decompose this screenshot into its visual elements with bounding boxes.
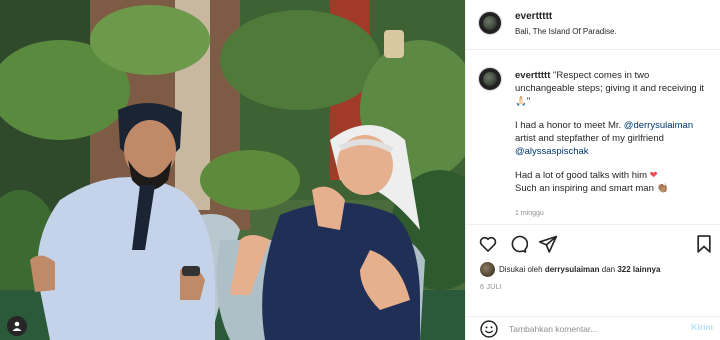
likes-count-link[interactable]: 322 lainnya (617, 265, 660, 274)
likes-user-link[interactable]: derrysulaiman (545, 265, 600, 274)
comments-section: everttttt "Respect comes in two unchange… (466, 51, 720, 223)
photo-illustration (0, 0, 465, 340)
avatar[interactable] (478, 11, 502, 35)
mention-link-alyssaspischak[interactable]: @alyssaspischak (515, 146, 589, 157)
heart-icon[interactable] (478, 234, 498, 254)
likes-summary: Disukai oleh derrysulaiman dan 322 lainn… (480, 262, 660, 277)
caption-text-3b: Such an inspiring and smart man (515, 183, 657, 194)
post-caption: everttttt "Respect comes in two unchange… (515, 69, 711, 223)
emoji-icon[interactable] (479, 319, 499, 339)
comment-input[interactable] (509, 319, 669, 339)
post-actions: Disukai oleh derrysulaiman dan 322 lainn… (466, 224, 720, 316)
post-location[interactable]: Bali, The Island Of Paradise. (515, 27, 617, 36)
post-side-panel: everttttt Bali, The Island Of Paradise. … (465, 0, 720, 340)
comment-icon[interactable] (508, 234, 528, 254)
post-comment-button[interactable]: Kirim (691, 322, 713, 332)
likes-prefix: Disukai oleh (499, 265, 545, 274)
post-photo[interactable] (0, 0, 465, 340)
caption-text-2b: artist and stepfather of my girlfriend (515, 133, 664, 144)
share-icon[interactable] (538, 234, 558, 254)
bookmark-icon[interactable] (694, 234, 714, 254)
heart-emoji: ❤ (649, 170, 658, 181)
caption-username[interactable]: everttttt (515, 70, 550, 81)
comment-bar: Kirim (466, 316, 720, 340)
post-username[interactable]: everttttt (515, 11, 552, 22)
caption-text-3a: Had a lot of good talks with him (515, 170, 650, 181)
mention-link-derrysulaiman[interactable]: @derrysulaiman (624, 120, 693, 131)
clap-emoji: 👏🏽 (656, 183, 669, 194)
liker-avatar[interactable] (480, 262, 495, 277)
post-date[interactable]: 6 JULI (480, 284, 502, 291)
caption-avatar[interactable] (478, 67, 502, 91)
caption-timestamp: 1 minggu (515, 210, 544, 217)
post-header: everttttt Bali, The Island Of Paradise. (466, 0, 720, 50)
caption-text-2a: I had a honor to meet Mr. (515, 120, 624, 131)
likes-middle: dan (599, 265, 618, 274)
user-tag-icon[interactable] (7, 316, 27, 336)
